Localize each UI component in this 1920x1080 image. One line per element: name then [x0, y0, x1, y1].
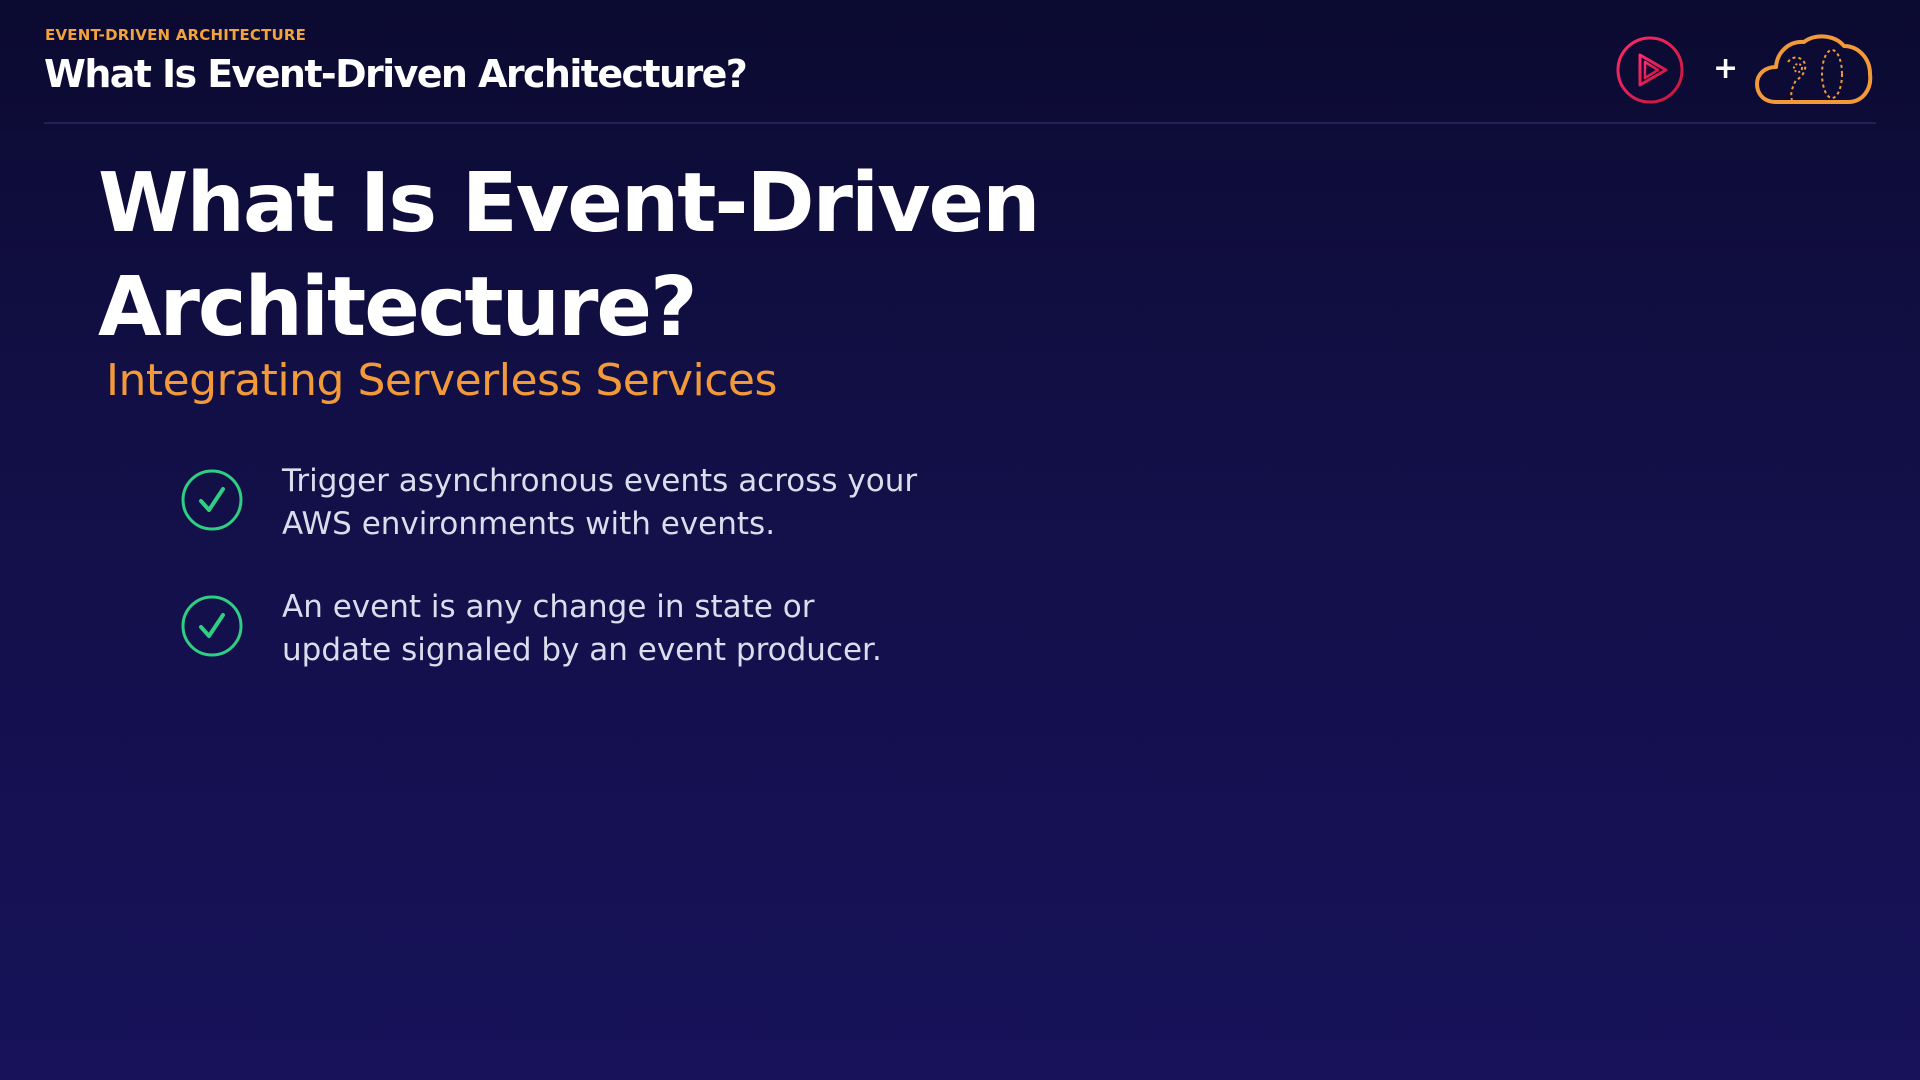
bullet-line: An event is any change in state or: [282, 589, 815, 625]
bullet-item: Trigger asynchronous events across your …: [180, 460, 1080, 586]
slide-title: What Is Event-Driven Architecture?: [98, 152, 1098, 360]
slide-title-line1: What Is Event-Driven: [98, 156, 1041, 251]
bullet-item: An event is any change in state or updat…: [180, 586, 1080, 712]
bullet-text: Trigger asynchronous events across your …: [282, 460, 1042, 546]
play-circle-icon: [1616, 36, 1684, 104]
header-title: What Is Event-Driven Architecture?: [44, 52, 748, 96]
bullet-line: AWS environments with events.: [282, 506, 776, 542]
checkmark-circle-icon: [181, 595, 243, 657]
checkmark-circle-icon: [181, 469, 243, 531]
section-eyebrow: EVENT-DRIVEN ARCHITECTURE: [45, 26, 307, 44]
bullet-line: Trigger asynchronous events across your: [282, 463, 918, 499]
brand-logos: +: [1616, 32, 1876, 108]
bullet-line: update signaled by an event producer.: [282, 632, 882, 668]
slide-header: EVENT-DRIVEN ARCHITECTURE What Is Event-…: [44, 26, 1876, 124]
slide-subtitle: Integrating Serverless Services: [106, 355, 777, 406]
bullet-text: An event is any change in state or updat…: [282, 586, 1042, 672]
slide-title-line2: Architecture?: [98, 260, 698, 355]
cloud-icon: [1755, 34, 1873, 104]
bullet-list: Trigger asynchronous events across your …: [180, 460, 1080, 712]
plus-icon: +: [1713, 51, 1739, 86]
